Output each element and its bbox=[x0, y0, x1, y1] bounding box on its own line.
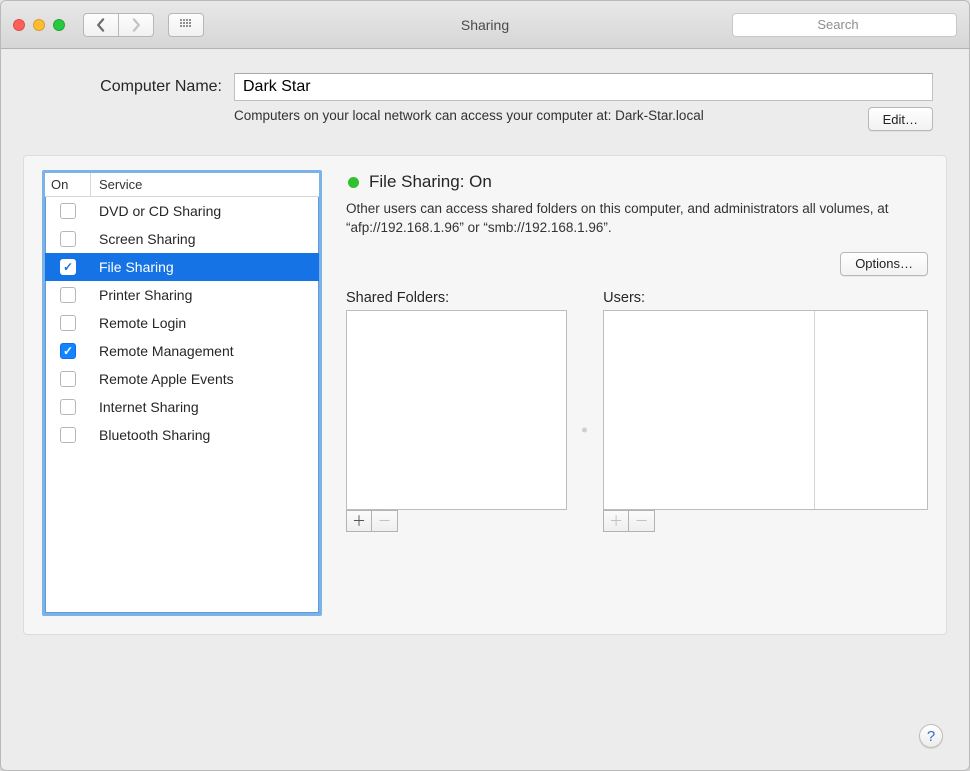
service-row[interactable]: File Sharing bbox=[45, 253, 319, 281]
chevron-left-icon bbox=[94, 18, 108, 32]
service-label: Remote Login bbox=[91, 315, 319, 331]
window-controls bbox=[13, 19, 65, 31]
services-header-on[interactable]: On bbox=[45, 173, 91, 196]
service-checkbox[interactable] bbox=[60, 231, 76, 247]
service-checkbox[interactable] bbox=[60, 315, 76, 331]
service-label: File Sharing bbox=[91, 259, 319, 275]
service-label: Remote Management bbox=[91, 343, 319, 359]
service-checkbox[interactable] bbox=[60, 259, 76, 275]
help-icon: ? bbox=[927, 728, 935, 745]
resize-handle-icon[interactable] bbox=[582, 428, 587, 433]
options-button[interactable]: Options… bbox=[840, 252, 928, 276]
chevron-right-icon bbox=[129, 18, 143, 32]
service-detail: File Sharing: On Other users can access … bbox=[346, 170, 928, 616]
users-permission-column[interactable] bbox=[814, 311, 927, 509]
service-label: Bluetooth Sharing bbox=[91, 427, 319, 443]
minus-icon: － bbox=[378, 511, 392, 531]
back-button[interactable] bbox=[83, 13, 119, 37]
computer-name-hint: Computers on your local network can acce… bbox=[234, 107, 831, 125]
service-label: Internet Sharing bbox=[91, 399, 319, 415]
minus-icon: － bbox=[635, 511, 649, 531]
edit-hostname-button[interactable]: Edit… bbox=[868, 107, 933, 131]
computer-name-label: Computer Name: bbox=[37, 78, 222, 96]
service-checkbox[interactable] bbox=[60, 427, 76, 443]
computer-name-input[interactable] bbox=[234, 73, 933, 101]
shared-folders-label: Shared Folders: bbox=[346, 290, 567, 306]
service-row[interactable]: Remote Apple Events bbox=[45, 365, 319, 393]
grid-icon bbox=[179, 18, 193, 32]
service-checkbox[interactable] bbox=[60, 287, 76, 303]
service-row[interactable]: Screen Sharing bbox=[45, 225, 319, 253]
service-checkbox[interactable] bbox=[60, 371, 76, 387]
zoom-window-button[interactable] bbox=[53, 19, 65, 31]
computer-name-section: Computer Name: Computers on your local n… bbox=[1, 49, 969, 139]
nav-buttons bbox=[83, 13, 154, 37]
users-pm: ＋ － bbox=[603, 510, 928, 532]
status-indicator-icon bbox=[348, 177, 359, 188]
service-row[interactable]: Remote Management bbox=[45, 337, 319, 365]
service-checkbox[interactable] bbox=[60, 203, 76, 219]
service-row[interactable]: Internet Sharing bbox=[45, 393, 319, 421]
service-row[interactable]: Remote Login bbox=[45, 309, 319, 337]
add-user-button[interactable]: ＋ bbox=[603, 510, 629, 532]
service-label: Remote Apple Events bbox=[91, 371, 319, 387]
service-row[interactable]: Printer Sharing bbox=[45, 281, 319, 309]
services-header: On Service bbox=[45, 173, 319, 197]
forward-button[interactable] bbox=[119, 13, 154, 37]
plus-icon: ＋ bbox=[609, 511, 623, 531]
service-label: Printer Sharing bbox=[91, 287, 319, 303]
service-label: Screen Sharing bbox=[91, 231, 319, 247]
services-table[interactable]: On Service DVD or CD Sharing Screen Shari… bbox=[42, 170, 322, 616]
plus-icon: ＋ bbox=[352, 511, 366, 531]
service-description: Other users can access shared folders on… bbox=[346, 200, 928, 238]
service-label: DVD or CD Sharing bbox=[91, 203, 319, 219]
service-row[interactable]: DVD or CD Sharing bbox=[45, 197, 319, 225]
add-shared-folder-button[interactable]: ＋ bbox=[346, 510, 372, 532]
service-checkbox[interactable] bbox=[60, 399, 76, 415]
lists-area: Shared Folders: ＋ － Users: bbox=[346, 290, 928, 532]
service-checkbox[interactable] bbox=[60, 343, 76, 359]
close-window-button[interactable] bbox=[13, 19, 25, 31]
help-button[interactable]: ? bbox=[919, 724, 943, 748]
status-label: File Sharing: On bbox=[369, 172, 492, 192]
shared-folders-pm: ＋ － bbox=[346, 510, 567, 532]
services-header-service[interactable]: Service bbox=[91, 173, 319, 196]
minimize-window-button[interactable] bbox=[33, 19, 45, 31]
search-input[interactable] bbox=[732, 13, 957, 37]
sharing-panel: On Service DVD or CD Sharing Screen Shari… bbox=[23, 155, 947, 635]
users-list[interactable] bbox=[603, 310, 928, 510]
users-label: Users: bbox=[603, 290, 928, 306]
users-name-column[interactable] bbox=[604, 311, 814, 509]
shared-folders-list[interactable] bbox=[346, 310, 567, 510]
remove-shared-folder-button[interactable]: － bbox=[372, 510, 398, 532]
titlebar: Sharing bbox=[1, 1, 969, 49]
show-all-button[interactable] bbox=[168, 13, 204, 37]
remove-user-button[interactable]: － bbox=[629, 510, 655, 532]
service-row[interactable]: Bluetooth Sharing bbox=[45, 421, 319, 449]
